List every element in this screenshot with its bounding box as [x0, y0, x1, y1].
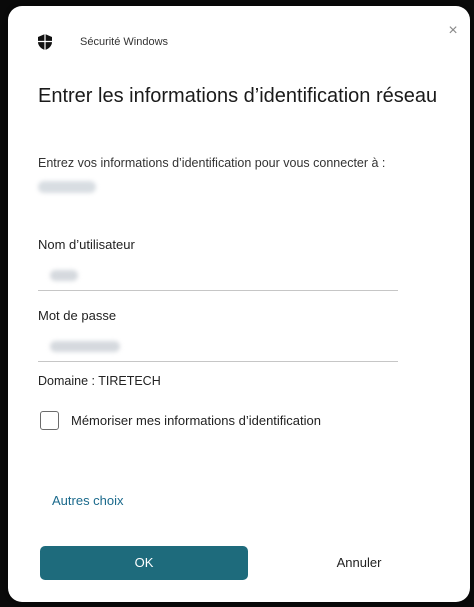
- shield-icon: [38, 34, 52, 50]
- app-title: Sécurité Windows: [80, 36, 169, 48]
- username-field[interactable]: [38, 262, 398, 291]
- password-label: Mot de passe: [38, 308, 117, 323]
- instruction-text: Entrez vos informations d’identification…: [38, 156, 386, 170]
- target-server-redacted: [38, 181, 96, 193]
- remember-credentials[interactable]: Mémoriser mes informations d’identificat…: [40, 411, 321, 430]
- password-field[interactable]: [38, 333, 398, 362]
- dialog-heading: Entrer les informations d’identification…: [38, 85, 438, 107]
- username-label: Nom d’utilisateur: [38, 237, 135, 252]
- username-value-redacted: [50, 270, 78, 281]
- ok-button[interactable]: OK: [40, 546, 248, 580]
- remember-label: Mémoriser mes informations d’identificat…: [71, 413, 321, 428]
- cancel-button[interactable]: Annuler: [255, 546, 463, 580]
- domain-text: Domaine : TIRETECH: [38, 374, 161, 388]
- credentials-dialog: Sécurité Windows × Entrer les informatio…: [8, 6, 470, 602]
- close-icon[interactable]: ×: [442, 20, 464, 42]
- more-choices-link[interactable]: Autres choix: [52, 493, 124, 508]
- remember-checkbox[interactable]: [40, 411, 59, 430]
- titlebar: Sécurité Windows ×: [8, 6, 470, 62]
- password-value-redacted: [50, 341, 120, 352]
